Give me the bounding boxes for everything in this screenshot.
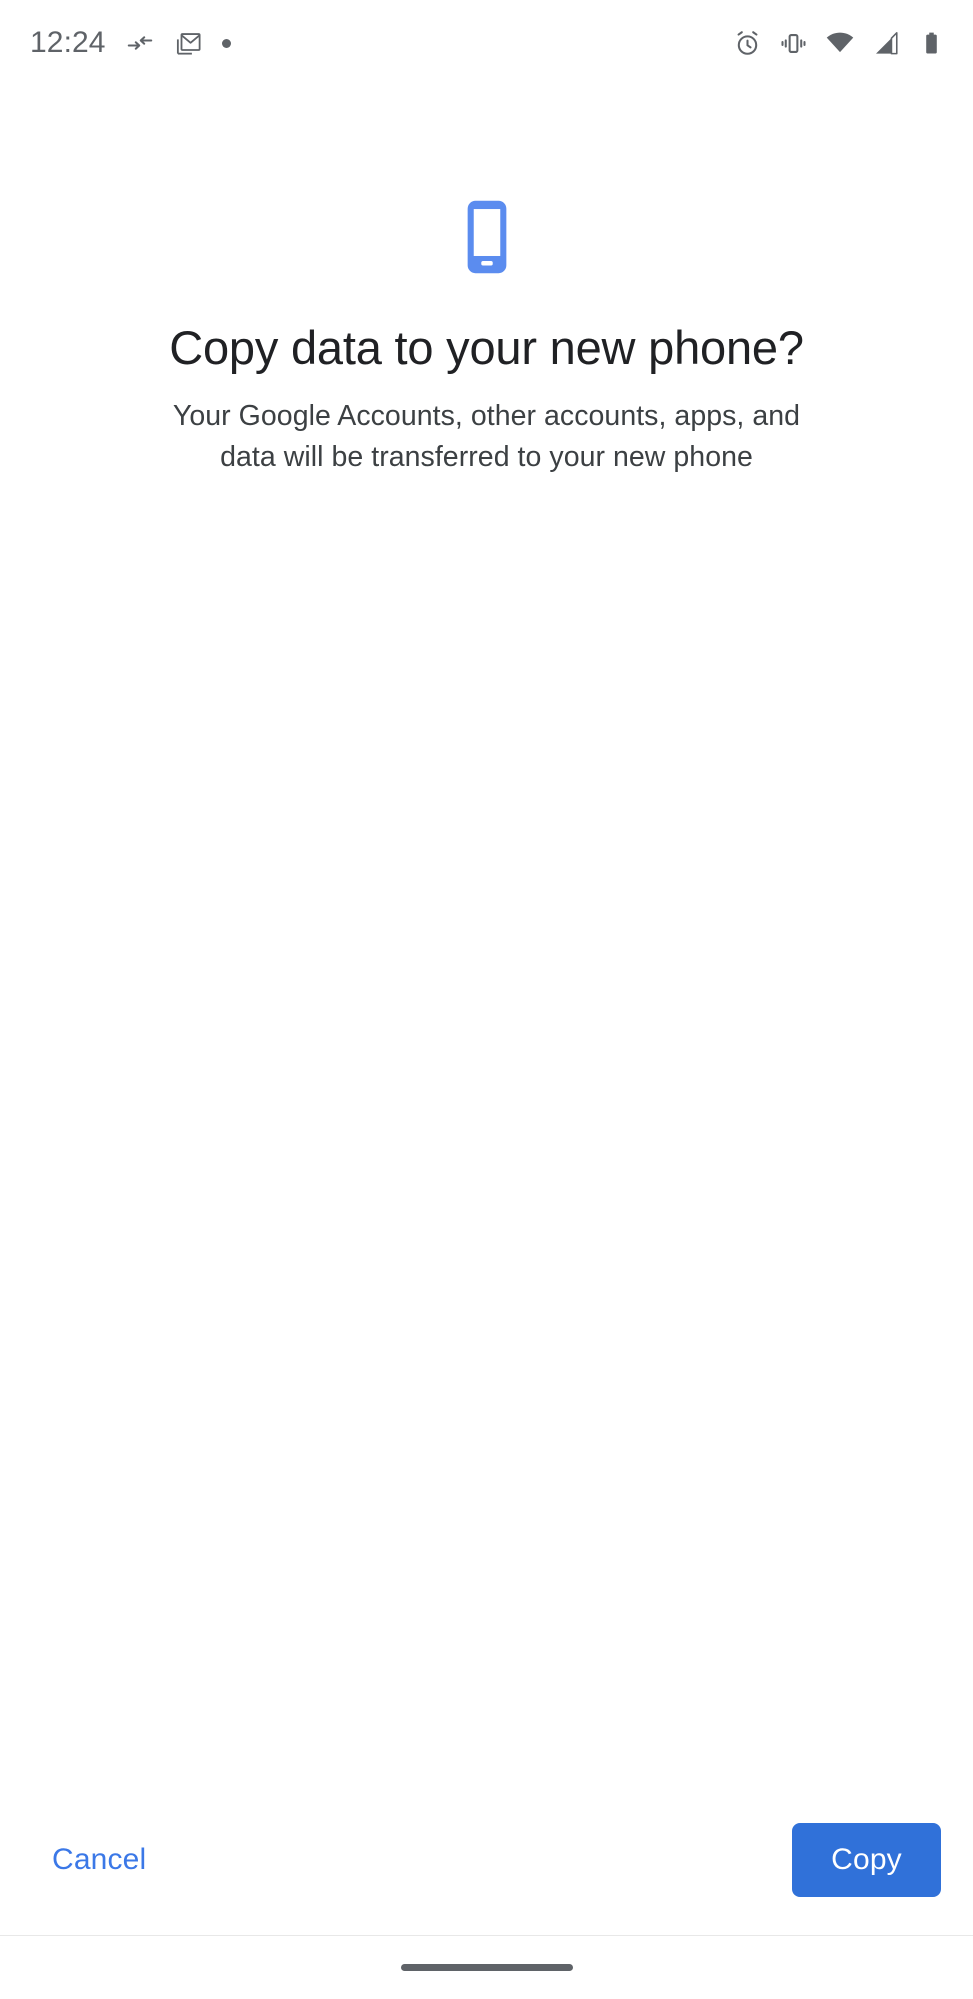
wifi-icon: [825, 28, 855, 58]
action-button-bar: Cancel Copy: [0, 1785, 973, 1935]
gmail-icon: [174, 29, 203, 58]
page-subtitle: Your Google Accounts, other accounts, ap…: [172, 399, 801, 474]
notification-dot-icon: [221, 38, 231, 48]
system-navigation-bar: [0, 1936, 973, 1999]
status-bar-left: 12:24: [30, 28, 231, 58]
gesture-home-handle[interactable]: [400, 1964, 573, 1971]
battery-icon: [918, 30, 945, 57]
hero-illustration: [34, 194, 939, 285]
page-title: Copy data to your new phone?: [169, 321, 804, 374]
status-bar-right: [733, 28, 945, 58]
alarm-clock-icon: [733, 29, 762, 58]
phone-screen: 12:24 Copy data to your new phone? Your …: [0, 0, 973, 1999]
smartphone-icon: [444, 194, 530, 285]
status-bar: 12:24: [0, 0, 973, 86]
cellular-signal-icon: [872, 29, 901, 58]
cancel-button[interactable]: Cancel: [44, 1831, 154, 1889]
vibrate-icon: [779, 29, 808, 58]
data-transfer-icon: [125, 28, 155, 58]
status-clock: 12:24: [30, 26, 106, 59]
main-content: Copy data to your new phone? Your Google…: [0, 86, 973, 1785]
copy-button[interactable]: Copy: [792, 1823, 941, 1897]
